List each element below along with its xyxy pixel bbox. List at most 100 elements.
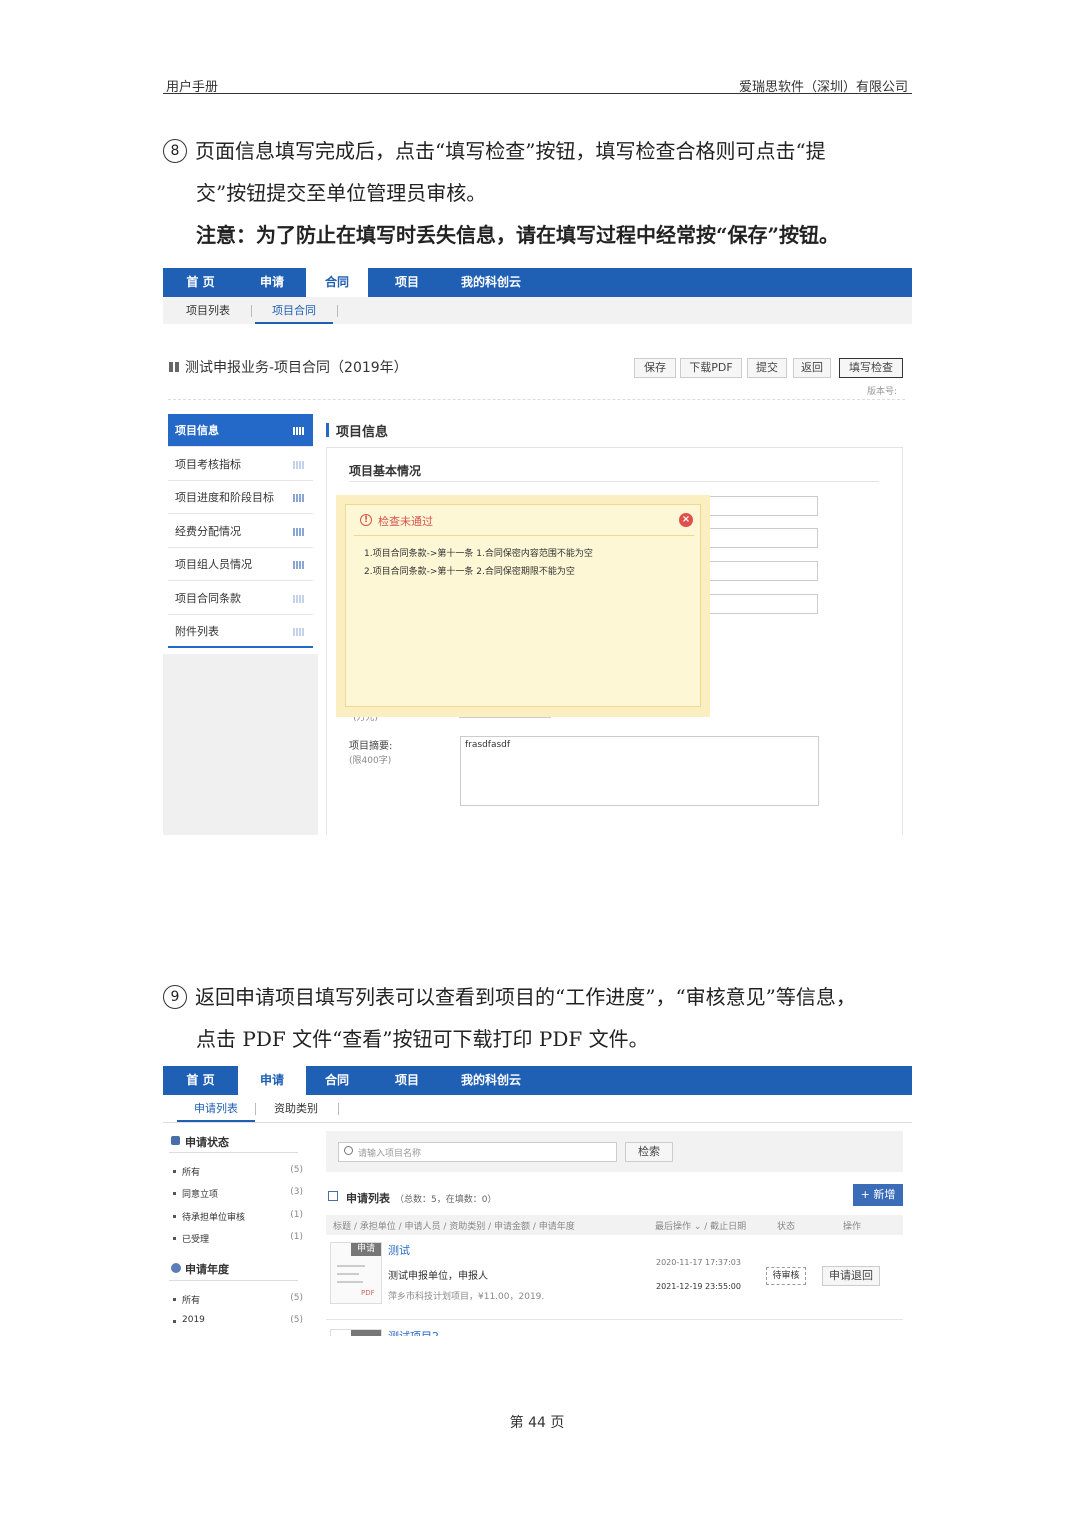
status-filter-item[interactable]: 待承担单位审核 (1) <box>173 1210 303 1224</box>
subnav-project-list[interactable]: 项目列表 <box>178 297 238 324</box>
sidebar-item-assessment[interactable]: 项目考核指标 <box>168 448 313 481</box>
withdraw-button[interactable]: 申请退回 <box>822 1266 880 1286</box>
nav-home[interactable]: 首 页 <box>163 1066 238 1095</box>
page-title: 测试申报业务-项目合同（2019年） <box>185 360 408 376</box>
sidebar: 项目信息 项目考核指标 项目进度和阶段目标 经费分配情况 项目组人员情况 项目合… <box>168 414 313 654</box>
sidebar-item-project-info[interactable]: 项目信息 <box>168 414 313 447</box>
pdf-icon[interactable]: PDF <box>361 1289 375 1297</box>
org-icon <box>171 1136 180 1145</box>
status-filter-item[interactable]: 同意立项 (3) <box>173 1187 303 1201</box>
sidebar-item-label: 项目信息 <box>175 424 219 437</box>
nav-apply[interactable]: 申请 <box>238 1066 306 1095</box>
sidebar-item-label: 经费分配情况 <box>175 525 241 538</box>
summary-label: 项目摘要: <box>349 741 393 752</box>
nav-contract[interactable]: 合同 <box>306 268 368 297</box>
filter-label: 已受理 <box>182 1235 210 1245</box>
doc-badge: 申请 <box>351 1243 381 1256</box>
dashed-divider <box>168 399 905 400</box>
row-title-link[interactable]: 测试 <box>388 1242 410 1258</box>
field-input[interactable] <box>703 561 818 581</box>
document-thumbnail: 申请 PDF <box>330 1242 382 1304</box>
back-button[interactable]: 返回 <box>793 358 831 378</box>
row-meta: 萍乡市科技计划项目，¥11.00，2019. <box>388 1292 545 1302</box>
check-button[interactable]: 填写检查 <box>839 358 903 378</box>
sidebar-item-attachments[interactable]: 附件列表 <box>168 615 313 648</box>
add-button[interactable]: + 新增 <box>853 1184 903 1206</box>
year-filter-item[interactable]: 所有 (5) <box>173 1293 303 1307</box>
row-deadline: 2021-12-19 23:55:00 <box>656 1282 741 1291</box>
search-input[interactable]: 请输入项目名称 <box>338 1142 617 1162</box>
filter-count: (1) <box>290 1210 303 1220</box>
sidebar-item-members[interactable]: 项目组人员情况 <box>168 548 313 581</box>
page-number: 第 44 页 <box>509 1415 565 1431</box>
subnav-apply-list[interactable]: 申请列表 <box>177 1095 255 1122</box>
sidebar-item-label: 项目考核指标 <box>175 458 241 471</box>
status-filter-item[interactable]: 已受理 (1) <box>173 1232 303 1246</box>
submit-button[interactable]: 提交 <box>747 358 787 378</box>
doc-line <box>337 1281 363 1283</box>
year-filter-item[interactable]: 2019 (5) <box>173 1315 303 1329</box>
subnav-divider <box>163 1122 912 1123</box>
sidebar-item-label: 项目进度和阶段目标 <box>175 491 274 504</box>
step9-paragraph: 9 返回申请项目填写列表可以查看到项目的“工作进度”，“审核意见”等信息， 点击 … <box>163 976 856 1060</box>
field-input[interactable] <box>703 496 818 516</box>
column-header-status: 状态 <box>777 1222 796 1232</box>
nav-cloud[interactable]: 我的科创云 <box>446 1066 536 1095</box>
filter-label: 所有 <box>182 1168 201 1178</box>
search-button[interactable]: 检索 <box>625 1142 673 1162</box>
top-nav: 首 页 申请 合同 项目 我的科创云 <box>163 268 912 297</box>
year-icon <box>171 1263 181 1273</box>
nav-project[interactable]: 项目 <box>368 1066 446 1095</box>
nav-apply[interactable]: 申请 <box>238 268 306 297</box>
download-pdf-button[interactable]: 下载PDF <box>680 358 742 378</box>
nav-contract[interactable]: 合同 <box>306 1066 368 1095</box>
filter-label: 同意立项 <box>182 1190 219 1200</box>
list-title: 申请列表 <box>346 1192 390 1205</box>
close-icon[interactable]: × <box>679 513 693 527</box>
subsection-title: 项目基本情况 <box>349 464 422 478</box>
sidebar-item-progress[interactable]: 项目进度和阶段目标 <box>168 481 313 514</box>
status-filter-item[interactable]: 所有 (5) <box>173 1165 303 1179</box>
progress-bars-icon <box>293 461 305 469</box>
step9-line1: 返回申请项目填写列表可以查看到项目的“工作进度”，“审核意见”等信息， <box>195 985 856 1009</box>
doc-line <box>337 1265 365 1267</box>
column-header-action: 操作 <box>843 1222 862 1232</box>
error-item: 1.项目合同条款->第十一条 1.合同保密内容范围不能为空 <box>364 549 593 559</box>
column-header-left: 标题 / 承担单位 / 申请人员 / 资助类别 / 申请金额 / 申请年度 <box>333 1222 575 1232</box>
search-placeholder: 请输入项目名称 <box>358 1149 422 1159</box>
list-icon <box>328 1191 338 1201</box>
status-filter-title: 申请状态 <box>185 1136 229 1149</box>
subnav-funding-type[interactable]: 资助类别 <box>263 1095 329 1122</box>
screenshot-contract: 首 页 申请 合同 项目 我的科创云 项目列表 项目合同 测试申报业务-项目合同… <box>163 268 912 835</box>
nav-cloud[interactable]: 我的科创云 <box>446 268 536 297</box>
dialog-divider <box>354 535 694 536</box>
progress-bars-icon <box>293 561 305 569</box>
search-icon <box>344 1146 353 1155</box>
summary-hint: (限400字) <box>349 756 392 766</box>
summary-textarea[interactable]: frasdfasdf <box>460 736 819 806</box>
step9-number: 9 <box>163 985 187 1009</box>
nav-home[interactable]: 首 页 <box>163 268 238 297</box>
sidebar-item-label: 项目组人员情况 <box>175 558 252 571</box>
progress-bars-icon <box>293 427 305 435</box>
screenshot-apply-list: 首 页 申请 合同 项目 我的科创云 申请列表 资助类别 申请状态 所有 (5) … <box>163 1066 912 1336</box>
nav-project[interactable]: 项目 <box>368 268 446 297</box>
step8-line1: 页面信息填写完成后，点击“填写检查”按钮，填写检查合格则可点击“提 <box>195 139 826 163</box>
field-input[interactable] <box>703 594 818 614</box>
section-title: 项目信息 <box>336 425 389 440</box>
field-input[interactable] <box>703 528 818 548</box>
subnav-project-contract[interactable]: 项目合同 <box>255 297 333 324</box>
grid-icon <box>169 362 179 372</box>
subsection-divider <box>349 481 879 482</box>
subnav-sep <box>251 305 252 317</box>
sidebar-item-terms[interactable]: 项目合同条款 <box>168 582 313 615</box>
progress-bars-icon <box>293 528 305 536</box>
sidebar-item-funds[interactable]: 经费分配情况 <box>168 515 313 548</box>
filter-label: 所有 <box>182 1296 201 1306</box>
save-button[interactable]: 保存 <box>634 358 676 378</box>
row-unit: 测试申报单位，申报人 <box>388 1271 488 1282</box>
step8-paragraph: 8 页面信息填写完成后，点击“填写检查”按钮，填写检查合格则可点击“提 交”按钮提… <box>163 130 839 256</box>
filter-count: (3) <box>290 1187 303 1197</box>
row-title-link[interactable]: 测试项目2 <box>388 1328 439 1336</box>
dialog-title: 检查未通过 <box>378 515 433 528</box>
